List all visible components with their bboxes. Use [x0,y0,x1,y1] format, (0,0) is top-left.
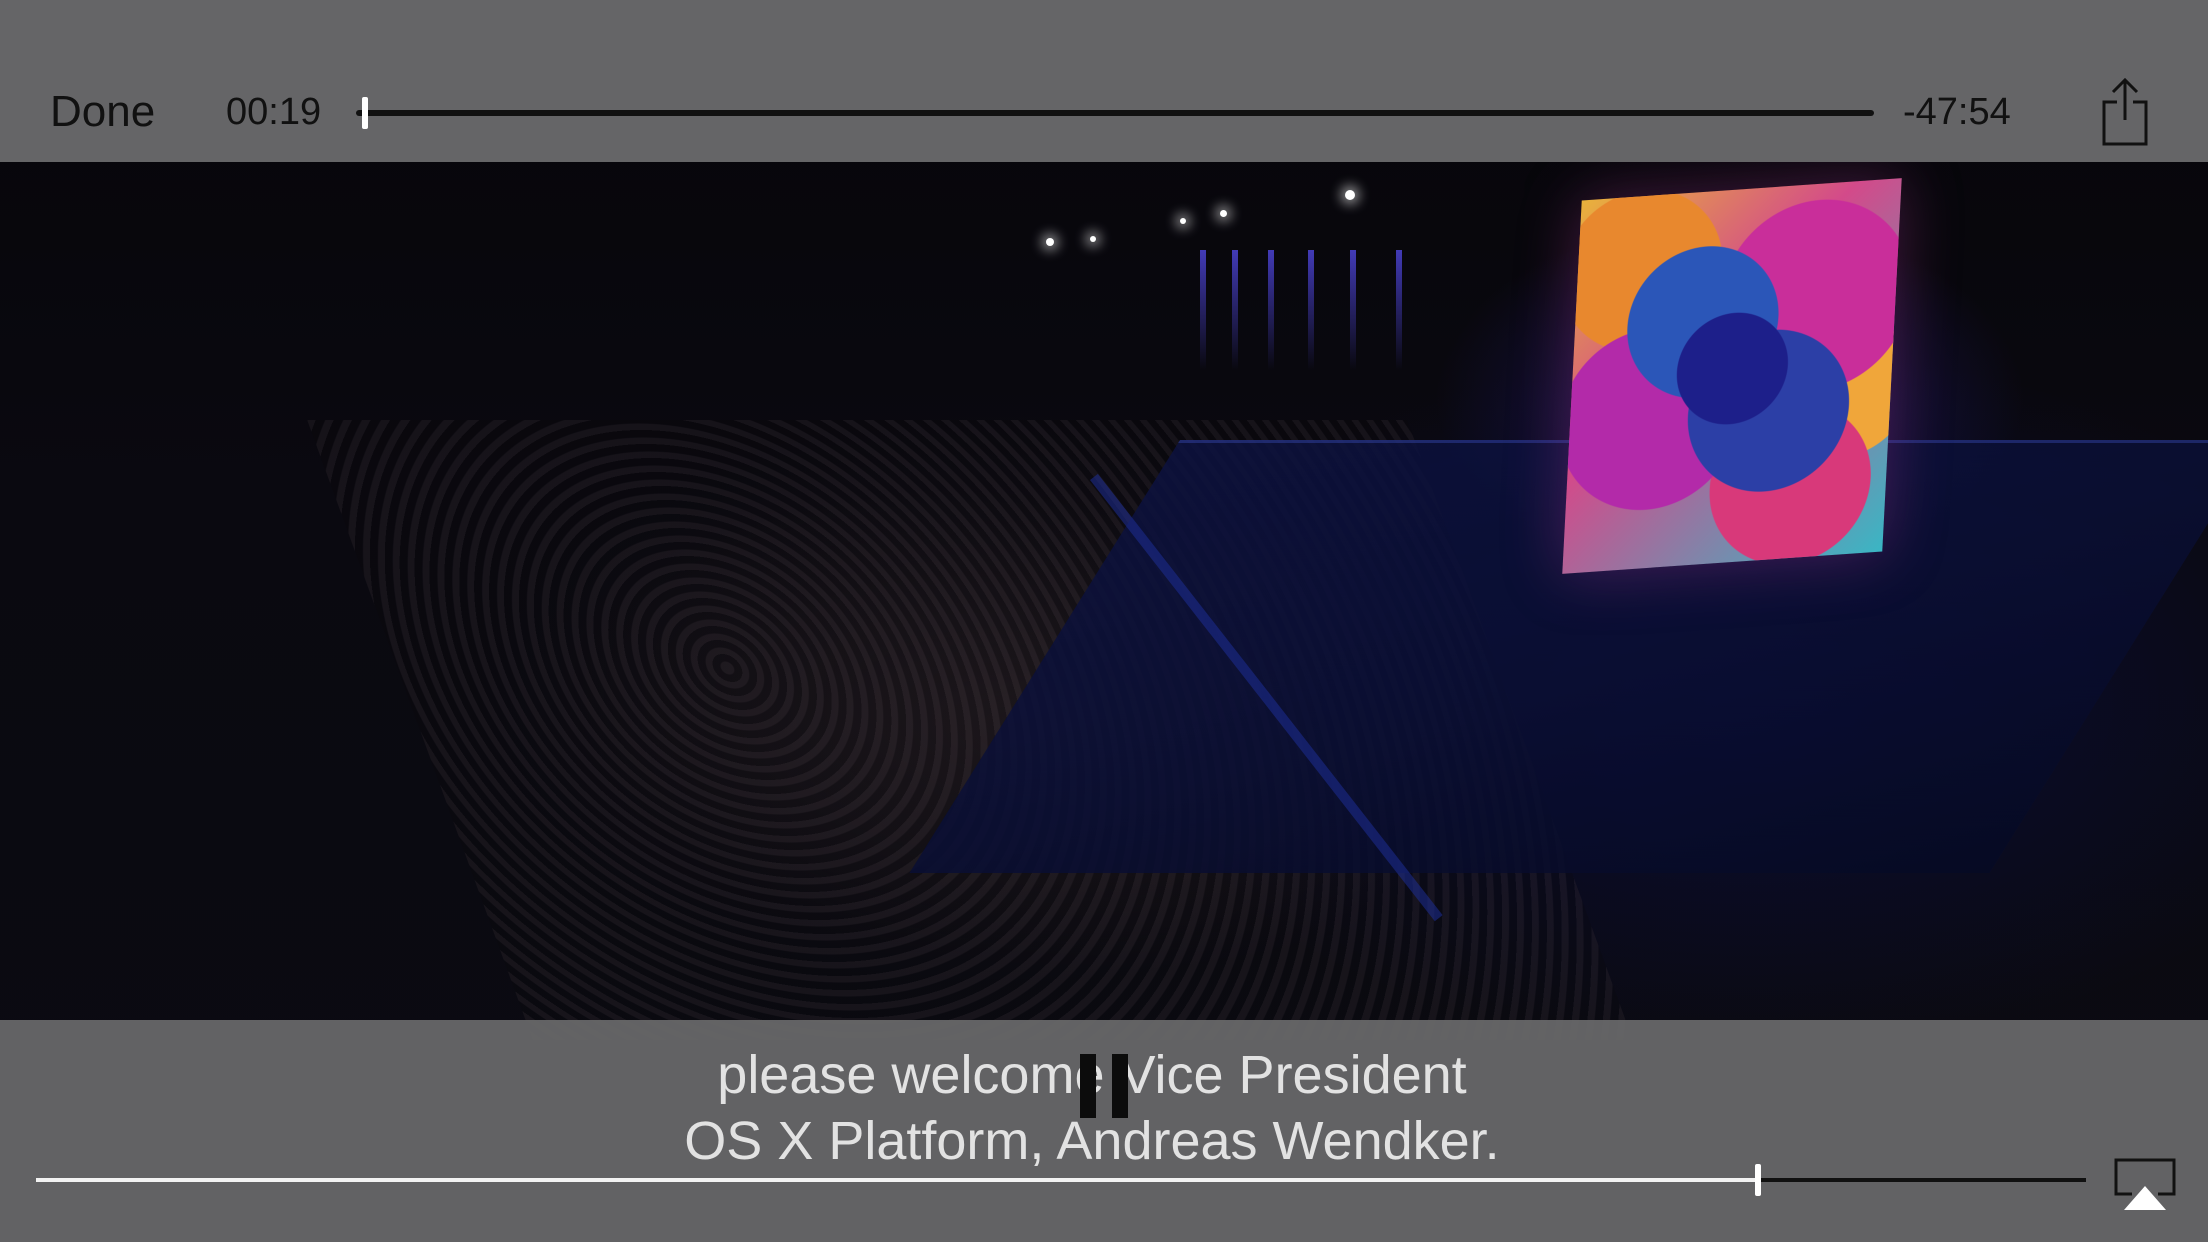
ceiling-light [1180,218,1186,224]
scrubber-thumb[interactable] [362,97,368,129]
volume-thumb[interactable] [1755,1164,1761,1196]
ceiling-light [1220,210,1227,217]
curtain-light [1200,250,1206,370]
pause-bar-right [1112,1054,1128,1118]
share-icon[interactable] [2100,76,2150,148]
ceiling-light [1345,190,1355,200]
pause-icon[interactable] [1078,1054,1130,1118]
curtain-light [1308,250,1314,370]
curtain-light [1396,250,1402,370]
curtain-light [1268,250,1274,370]
time-remaining: -47:54 [1903,91,2011,133]
done-button[interactable]: Done [50,84,155,140]
stage-screen-artwork [1562,178,1902,574]
volume-remaining-track [1758,1178,2086,1182]
curtain-light [1232,250,1238,370]
playback-scrubber[interactable] [356,97,1874,129]
curtain-light [1350,250,1356,370]
volume-filled-track [36,1178,1758,1182]
video-player[interactable]: Done 00:19 -47:54 please welcome Vice Pr… [0,0,2208,1242]
airplay-icon[interactable] [2112,1156,2178,1212]
ceiling-light [1090,236,1096,242]
pause-bar-left [1080,1054,1096,1118]
top-control-bar: Done 00:19 -47:54 [0,0,2208,162]
time-elapsed: 00:19 [226,91,322,133]
ceiling-light [1046,238,1054,246]
volume-slider[interactable] [36,1164,2086,1196]
